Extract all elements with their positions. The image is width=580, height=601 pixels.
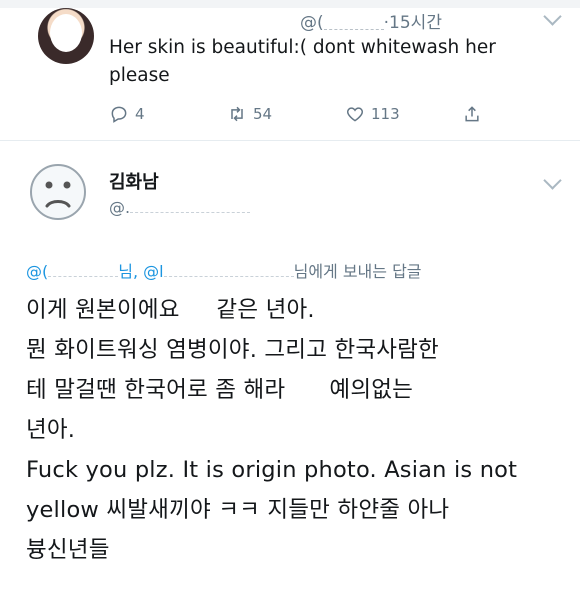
reply-line: yellow 씨발새끼야 ㅋㅋ 지들만 하얀줄 아나 bbox=[26, 497, 450, 523]
like-button[interactable]: 113 bbox=[345, 104, 400, 124]
mention-2[interactable]: 님, @l bbox=[118, 262, 163, 281]
original-tweet[interactable]: @( ·15시간 Her skin is beautiful:( dont whi… bbox=[0, 0, 580, 138]
share-button[interactable] bbox=[462, 104, 482, 124]
redacted-handle bbox=[323, 16, 384, 30]
reply-line: 이게 원본이에요 같은 년아. bbox=[26, 297, 315, 323]
chevron-down-icon[interactable] bbox=[543, 171, 562, 190]
reply-line: 테 말걸땐 한국어로 좀 해라 예의없는 bbox=[26, 377, 414, 403]
share-icon bbox=[465, 106, 479, 122]
reply-button[interactable]: 4 bbox=[109, 104, 145, 124]
redacted-handle bbox=[130, 202, 251, 213]
reply-author-name[interactable]: 김화남 bbox=[109, 168, 159, 194]
reply-handle-prefix: @. bbox=[109, 198, 131, 217]
mention-1[interactable]: @( bbox=[26, 262, 48, 281]
reply-line: 년아. bbox=[26, 417, 76, 443]
redacted-mention bbox=[163, 268, 294, 277]
reply-count: 4 bbox=[135, 105, 145, 123]
divider bbox=[0, 140, 580, 141]
tweet-text: Her skin is beautiful:( dont whitewash h… bbox=[109, 37, 496, 86]
retweet-button[interactable]: 54 bbox=[227, 104, 272, 124]
sad-face-icon[interactable] bbox=[28, 162, 88, 222]
tweet-actions: 4 54 113 bbox=[109, 104, 529, 126]
replying-to: @( 님, @l 님에게 보내는 답글 bbox=[26, 258, 422, 282]
user-handle[interactable]: @( bbox=[300, 13, 324, 33]
reply-header: 김화남 @. bbox=[0, 150, 580, 240]
reply-line: Fuck you plz. It is origin photo. Asian … bbox=[26, 457, 518, 483]
avatar[interactable] bbox=[38, 8, 94, 64]
reply-text: 이게 원본이에요 같은 년아. 뭔 화이트워싱 염병이야. 그리고 한국사람한 … bbox=[26, 290, 566, 570]
tweet-meta: @( ·15시간 bbox=[300, 8, 442, 33]
retweet-icon bbox=[231, 106, 243, 122]
reply-line: 븅신년들 bbox=[26, 537, 110, 563]
reply-line: 뭔 화이트워싱 염병이야. 그리고 한국사람한 bbox=[26, 337, 439, 363]
heart-icon bbox=[346, 107, 364, 122]
reply-author-handle[interactable]: @. bbox=[109, 198, 251, 217]
redacted-mention bbox=[48, 268, 119, 277]
chevron-down-icon[interactable] bbox=[543, 7, 562, 26]
reply-icon bbox=[111, 106, 127, 123]
replying-to-suffix: 님에게 보내는 답글 bbox=[293, 262, 422, 281]
blurred-face bbox=[50, 14, 82, 52]
tweet-time[interactable]: ·15시간 bbox=[384, 13, 442, 33]
like-count: 113 bbox=[371, 105, 400, 123]
retweet-count: 54 bbox=[253, 105, 273, 123]
